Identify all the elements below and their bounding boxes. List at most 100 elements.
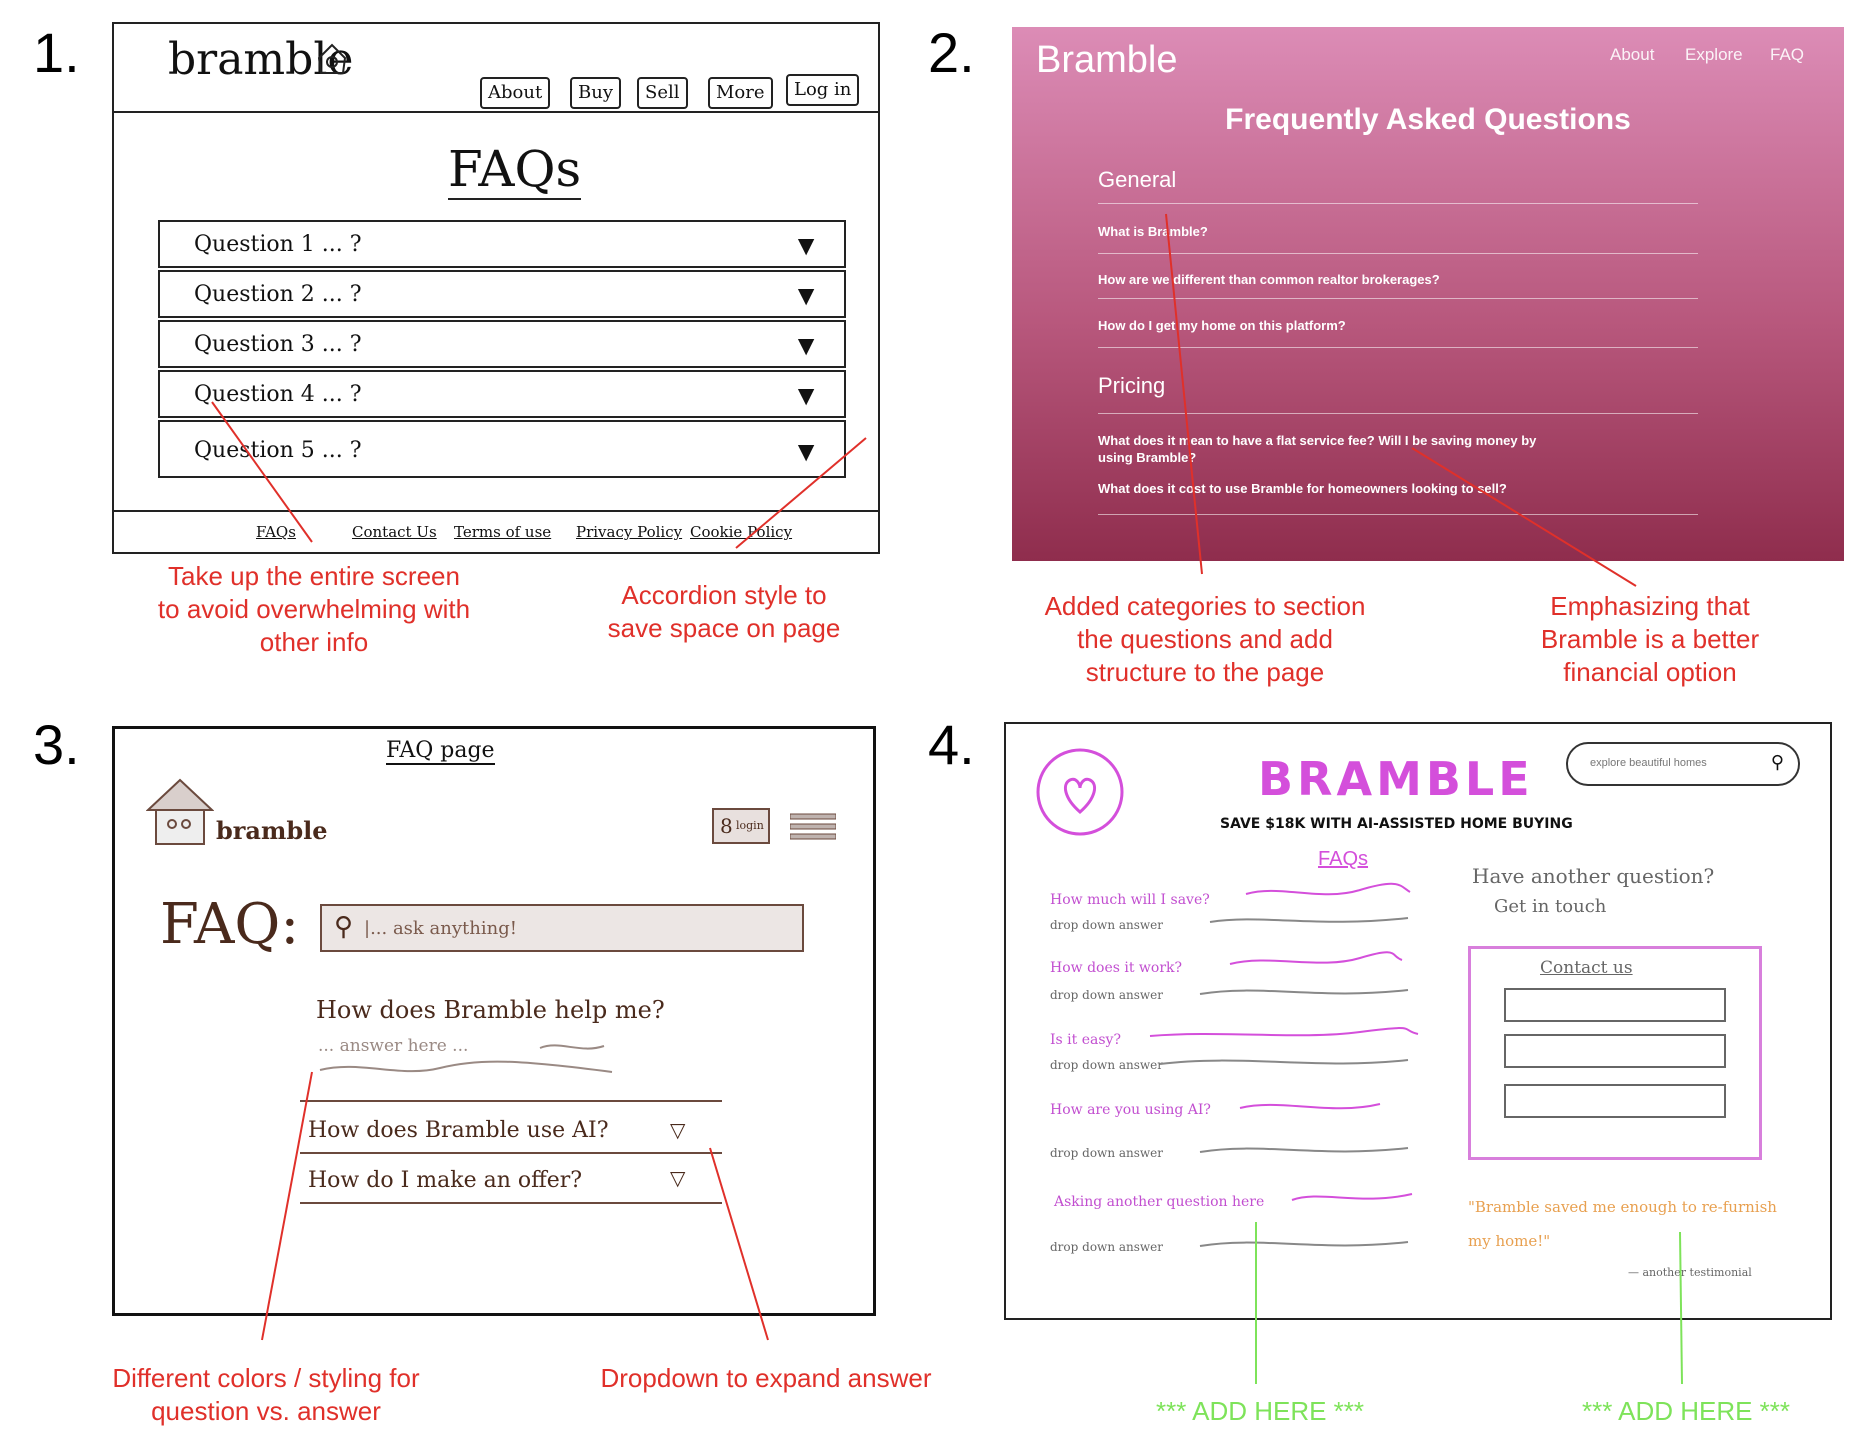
p4-aside-heading: Have another question? xyxy=(1472,864,1715,888)
p1-question: Question 3 ... ? xyxy=(194,332,362,357)
p2-nav-faq[interactable]: FAQ xyxy=(1770,45,1804,65)
p4-question[interactable]: Asking another question here xyxy=(1054,1194,1264,1210)
p1-footer-link-terms[interactable]: Terms of use xyxy=(454,523,551,541)
p2-question[interactable]: How are we different than common realtor… xyxy=(1098,271,1598,288)
p4-question[interactable]: How much will I save? xyxy=(1050,892,1210,908)
p2-category-general: General xyxy=(1098,167,1177,192)
triangle-down-icon[interactable]: ▽ xyxy=(670,1166,685,1190)
p2-divider xyxy=(1098,413,1698,414)
p3-search-placeholder: |... ask anything! xyxy=(364,918,517,939)
p1-nav-login[interactable]: Log in xyxy=(786,74,860,106)
p4-question[interactable]: How does it work? xyxy=(1050,960,1182,976)
p2-question[interactable]: What is Bramble? xyxy=(1098,223,1598,240)
p3-question[interactable]: How do I make an offer? xyxy=(308,1168,582,1193)
hamburger-menu-icon[interactable] xyxy=(789,812,837,847)
p3-login-label: login xyxy=(736,819,764,832)
p2-divider xyxy=(1098,253,1698,254)
house-icon xyxy=(145,776,215,851)
triangle-down-icon[interactable]: ▽ xyxy=(670,1118,685,1142)
p2-question[interactable]: What does it cost to use Bramble for hom… xyxy=(1098,480,1598,497)
p3-login-button[interactable]: 8 login xyxy=(712,808,770,844)
p4-answer: drop down answer xyxy=(1050,988,1164,1002)
p4-logo: BRAMBLE xyxy=(1258,752,1534,806)
p4-question[interactable]: How are you using AI? xyxy=(1050,1102,1211,1118)
p1-question: Question 4 ... ? xyxy=(194,382,362,407)
p1-accordion-row[interactable]: Question 4 ... ? ▼ xyxy=(158,370,846,418)
p2-annotation-right: Emphasizing that Bramble is a better fin… xyxy=(1540,591,1760,687)
p4-search-input[interactable]: explore beautiful homes ⚲ xyxy=(1566,742,1800,786)
p2-divider xyxy=(1098,203,1698,204)
p1-footer-link-cookie[interactable]: Cookie Policy xyxy=(690,523,792,541)
p2-question[interactable]: How do I get my home on this platform? xyxy=(1098,317,1598,334)
p2-annotation-left: Added categories to section the question… xyxy=(1044,591,1366,687)
p4-answer: drop down answer xyxy=(1050,918,1164,932)
p4-add-here-left: *** ADD HERE *** xyxy=(1155,1396,1365,1426)
panel-number-3: 3. xyxy=(33,713,80,776)
triangle-down-icon[interactable]: ▼ xyxy=(792,280,820,312)
p2-page-title: Frequently Asked Questions xyxy=(1225,103,1631,136)
p1-annotation-left: Take up the entire screen to avoid overw… xyxy=(157,561,471,657)
p3-open-answer: ... answer here ... xyxy=(318,1036,469,1056)
p3-heading: FAQ page xyxy=(386,738,495,765)
p4-search-placeholder: explore beautiful homes xyxy=(1590,757,1707,769)
p4-testimonial: "Bramble saved me enough to re-furnish m… xyxy=(1468,1198,1777,1250)
p1-accordion-row[interactable]: Question 5 ... ? ▼ xyxy=(158,420,846,478)
p4-contact-field[interactable] xyxy=(1504,1084,1726,1118)
p1-footer-link-privacy[interactable]: Privacy Policy xyxy=(576,523,682,541)
p2-logo: Bramble xyxy=(1036,39,1178,81)
p1-question: Question 2 ... ? xyxy=(194,282,362,307)
p2-divider xyxy=(1098,347,1698,348)
panel-number-4: 4. xyxy=(928,713,975,776)
p3-annotation-left: Different colors / styling for question … xyxy=(112,1363,420,1426)
p1-nav-sell[interactable]: Sell xyxy=(637,77,688,109)
p4-aside-sub: Get in touch xyxy=(1494,896,1607,917)
p2-nav-about[interactable]: About xyxy=(1610,45,1654,65)
p2-divider xyxy=(1098,298,1698,299)
panel-number-2: 2. xyxy=(928,21,975,84)
p4-question[interactable]: Is it easy? xyxy=(1050,1032,1121,1048)
p2-divider xyxy=(1098,514,1698,515)
p3-divider xyxy=(300,1100,722,1102)
heart-logo-icon xyxy=(1034,746,1126,843)
p1-annotation-right: Accordion style to save space on page xyxy=(607,580,841,643)
p1-accordion-row[interactable]: Question 2 ... ? ▼ xyxy=(158,270,846,318)
p1-question: Question 5 ... ? xyxy=(194,438,362,463)
p2-category-pricing: Pricing xyxy=(1098,373,1166,398)
p3-question[interactable]: How does Bramble use AI? xyxy=(308,1118,609,1143)
p1-nav-about[interactable]: About xyxy=(480,77,551,109)
p1-accordion-row[interactable]: Question 1 ... ? ▼ xyxy=(158,220,846,268)
p1-footer-link-faqs[interactable]: FAQs xyxy=(256,523,296,541)
triangle-down-icon[interactable]: ▼ xyxy=(792,436,820,468)
p4-tagline: SAVE $18K WITH AI-ASSISTED HOME BUYING xyxy=(1220,816,1573,832)
p4-faqs-title: FAQs xyxy=(1318,848,1369,870)
p1-nav-buy[interactable]: Buy xyxy=(570,77,621,109)
p3-open-question[interactable]: How does Bramble help me? xyxy=(316,996,665,1024)
triangle-down-icon[interactable]: ▼ xyxy=(792,230,820,262)
triangle-down-icon[interactable]: ▼ xyxy=(792,380,820,412)
search-icon: ⚲ xyxy=(334,912,354,942)
p1-accordion-row[interactable]: Question 3 ... ? ▼ xyxy=(158,320,846,368)
p2-question[interactable]: What does it mean to have a flat service… xyxy=(1098,432,1568,466)
p3-logo: bramble xyxy=(216,816,328,845)
p4-add-here-right: *** ADD HERE *** xyxy=(1581,1396,1791,1426)
p1-page-title: FAQs xyxy=(448,140,582,200)
p4-contact-title: Contact us xyxy=(1540,958,1633,978)
p3-divider xyxy=(300,1152,722,1154)
p4-answer: drop down answer xyxy=(1050,1240,1164,1254)
p4-contact-field[interactable] xyxy=(1504,1034,1726,1068)
p1-footer-divider xyxy=(112,510,880,512)
p4-contact-field[interactable] xyxy=(1504,988,1726,1022)
p4-testimonial-author: — another testimonial xyxy=(1628,1266,1752,1279)
p1-question: Question 1 ... ? xyxy=(194,232,362,257)
p1-header-divider xyxy=(112,111,880,113)
panel-number-1: 1. xyxy=(33,21,80,84)
panel-2-mockup: Bramble About Explore FAQ Frequently Ask… xyxy=(1012,27,1844,561)
p1-footer-link-contact[interactable]: Contact Us xyxy=(352,523,437,541)
p1-nav-more[interactable]: More xyxy=(708,77,773,109)
user-icon: 8 xyxy=(720,814,733,838)
p2-nav-explore[interactable]: Explore xyxy=(1685,45,1743,65)
p3-divider xyxy=(300,1202,722,1204)
p3-search-input[interactable]: ⚲ |... ask anything! xyxy=(320,904,804,952)
triangle-down-icon[interactable]: ▼ xyxy=(792,330,820,362)
p3-faq-label: FAQ: xyxy=(160,892,300,957)
